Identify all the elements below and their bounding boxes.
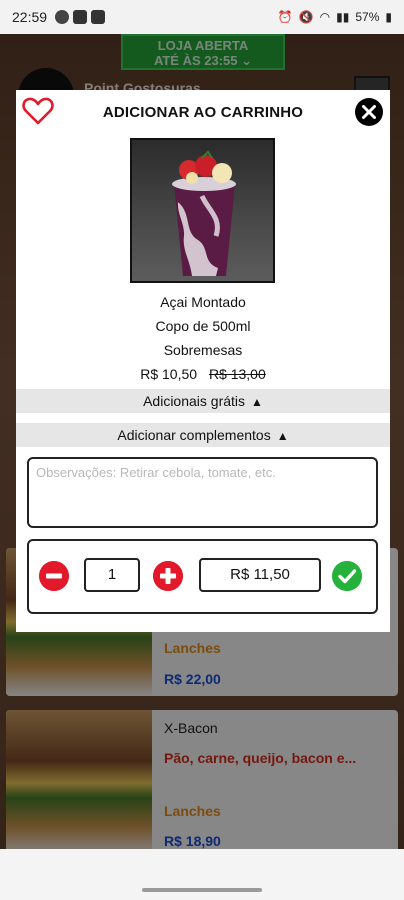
product-image [130,138,275,283]
mute-icon: 🔇 [298,10,314,24]
notification-icon [73,10,88,24]
quantity-value[interactable]: 1 [84,558,140,592]
status-time: 22:59 [12,9,48,25]
chevron-up-icon: ▲ [276,429,289,443]
home-indicator[interactable] [142,888,262,892]
signal-icon: ▮▮ [336,10,350,24]
increase-quantity-button[interactable] [153,561,183,591]
battery-icon: ▮ [385,10,392,24]
quantity-panel: 1 R$ 11,50 [27,539,378,614]
status-bar: 22:59 ⏰ 🔇 ◠ ▮▮ 57% ▮ [0,0,404,34]
chevron-up-icon: ▲ [251,395,263,409]
notification-icon [91,10,106,24]
modal-title: ADICIONAR AO CARRINHO [102,104,304,121]
product-name: Açai Montado [160,294,246,310]
product-category: Sobremesas [163,342,243,358]
product-prices: R$ 10,50 R$ 13,00 [16,366,390,382]
product-old-price: R$ 13,00 [208,366,266,382]
complements-label: Adicionar complementos [117,427,271,443]
decrease-quantity-button[interactable] [39,561,69,591]
free-addons-label: Adicionais grátis [143,393,246,409]
acai-cup-illustration [172,150,236,276]
total-price: R$ 11,50 [199,558,321,592]
close-icon[interactable] [354,97,384,127]
battery-label: 57% [355,10,380,24]
alarm-icon: ⏰ [277,10,293,24]
wifi-icon: ◠ [319,10,331,24]
complements-toggle[interactable]: Adicionar complementos ▲ [16,423,390,447]
confirm-add-button[interactable] [332,561,362,591]
product-price: R$ 10,50 [140,366,198,382]
observations-field[interactable] [27,457,378,528]
add-to-cart-modal: ADICIONAR AO CARRINHO Açai Montado Copo … [16,90,390,632]
product-size: Copo de 500ml [155,318,251,334]
whatsapp-icon [55,10,70,24]
free-addons-toggle[interactable]: Adicionais grátis ▲ [16,389,390,413]
navigation-bar [0,849,404,900]
